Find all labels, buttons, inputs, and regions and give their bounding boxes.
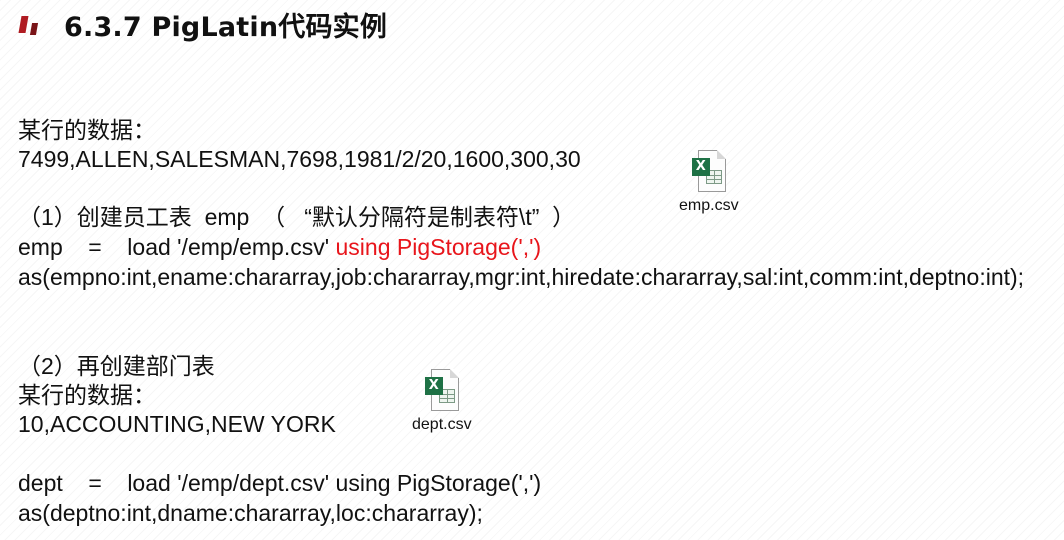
emp-data-row: 7499,ALLEN,SALESMAN,7698,1981/2/20,1600,… — [18, 146, 581, 172]
excel-csv-icon: X — [691, 150, 726, 192]
emp-csv-file[interactable]: X emp.csv — [679, 150, 739, 215]
title-marker-icon — [18, 11, 46, 37]
emp-data-label: 某行的数据： — [18, 117, 156, 143]
dept-csv-file[interactable]: X dept.csv — [412, 369, 472, 434]
dept-step-heading: （2）再创建部门表 — [18, 353, 215, 379]
dept-data-label: 某行的数据： — [18, 382, 156, 408]
emp-load-line: emp = load '/emp/emp.csv' using PigStora… — [18, 233, 541, 262]
dept-schema: as(deptno:int,dname:chararray,loc:charar… — [18, 500, 483, 526]
slide-title: 6.3.7 PigLatin代码实例 — [64, 11, 388, 43]
emp-step-heading: （1）创建员工表 emp （ “默认分隔符是制表符\t” ） — [18, 204, 576, 230]
emp-load-prefix: emp = load '/emp/emp.csv' — [18, 234, 336, 260]
dept-load-line: dept = load '/emp/dept.csv' using PigSto… — [18, 470, 542, 496]
slide-title-bar: 6.3.7 PigLatin代码实例 — [18, 6, 388, 43]
dept-csv-filename: dept.csv — [412, 416, 472, 433]
dept-data-row: 10,ACCOUNTING,NEW YORK — [18, 411, 336, 437]
emp-csv-filename: emp.csv — [679, 197, 739, 214]
emp-schema: as(empno:int,ename:chararray,job:chararr… — [18, 264, 1025, 290]
excel-csv-icon: X — [424, 369, 459, 411]
emp-load-using-highlight: using PigStorage(',') — [335, 234, 542, 260]
